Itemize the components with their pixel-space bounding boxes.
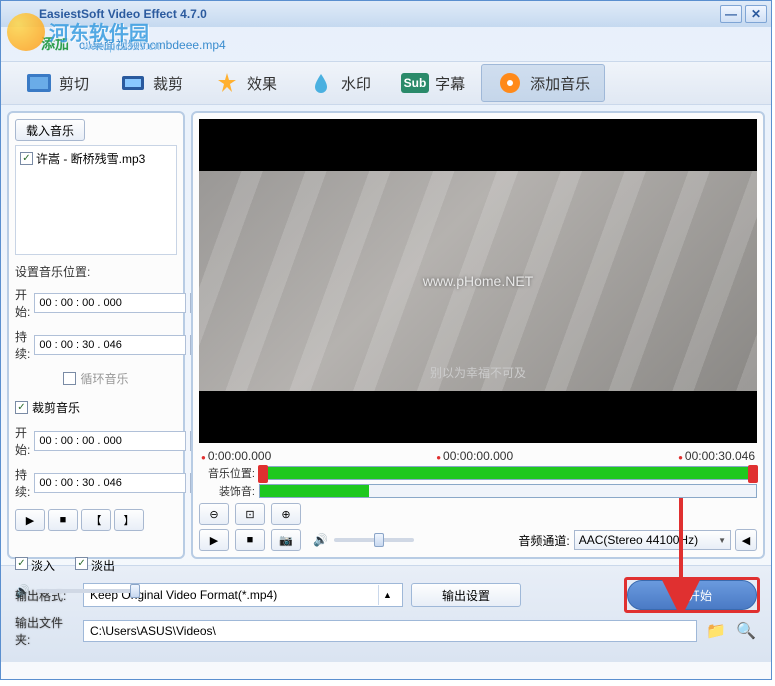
- tab-crop[interactable]: 裁剪: [105, 64, 197, 102]
- loop-label: 循环音乐: [80, 370, 128, 387]
- audio-prev-button[interactable]: ◀: [735, 529, 757, 551]
- drop-icon: [307, 71, 335, 95]
- chevron-up-icon: ▲: [378, 585, 396, 605]
- tab-effect[interactable]: 效果: [199, 64, 291, 102]
- duration-label: 持续:: [15, 328, 30, 362]
- loop-checkbox[interactable]: [63, 372, 76, 385]
- volume-slider[interactable]: [36, 589, 140, 593]
- set-position-label: 设置音乐位置:: [15, 263, 177, 280]
- time-end: 00:00:30.046: [678, 449, 755, 463]
- fadein-checkbox[interactable]: ✓: [15, 557, 28, 570]
- disc-icon: [496, 71, 524, 95]
- trim-duration-input[interactable]: [34, 473, 186, 493]
- speaker-icon: 🔊: [313, 533, 328, 547]
- file-path: c:\桌面视频\ncmbdeee.mp4: [79, 36, 226, 53]
- stop-button[interactable]: ■: [235, 529, 265, 551]
- decor-track[interactable]: [259, 484, 757, 498]
- preview-volume-slider[interactable]: [334, 538, 414, 542]
- window-title: EasiestSoft Video Effect 4.7.0: [39, 7, 720, 21]
- start-button[interactable]: ⟳ 开始: [627, 580, 757, 610]
- load-music-button[interactable]: 载入音乐: [15, 119, 85, 141]
- decor-label: 装饰音:: [199, 483, 255, 499]
- zoom-out-button[interactable]: ⊖: [199, 503, 229, 525]
- start-label: 开始:: [15, 424, 30, 458]
- fadeout-label: 淡出: [91, 557, 115, 574]
- mark-out-button[interactable]: 】: [114, 509, 144, 531]
- music-list[interactable]: ✓ 许嵩 - 断桥残雪.mp3: [15, 145, 177, 255]
- output-settings-button[interactable]: 输出设置: [411, 583, 521, 607]
- fadeout-checkbox[interactable]: ✓: [75, 557, 88, 570]
- time-start: 0:00:00.000: [201, 449, 271, 463]
- timeline: 0:00:00.000 00:00:00.000 00:00:30.046 音乐…: [199, 449, 757, 551]
- sub-icon: Sub: [401, 71, 429, 95]
- star-icon: [213, 71, 241, 95]
- output-folder-label: 输出文件夹:: [15, 614, 75, 648]
- audio-channel-label: 音频通道:: [518, 532, 569, 549]
- tab-cut[interactable]: 剪切: [11, 64, 103, 102]
- stop-button[interactable]: ■: [48, 509, 78, 531]
- pos-duration-input[interactable]: [34, 335, 186, 355]
- app-window: 河东软件园 www.pc0359.cn EasiestSoft Video Ef…: [0, 0, 772, 680]
- trim-checkbox[interactable]: ✓: [15, 401, 28, 414]
- play-button[interactable]: ▶: [199, 529, 229, 551]
- music-pos-label: 音乐位置:: [199, 465, 255, 481]
- checkbox-icon[interactable]: ✓: [20, 152, 33, 165]
- minimize-button[interactable]: —: [720, 5, 742, 23]
- titlebar: EasiestSoft Video Effect 4.7.0 — ✕: [1, 1, 771, 27]
- music-item-label: 许嵩 - 断桥残雪.mp3: [36, 150, 145, 167]
- trim-label: 裁剪音乐: [32, 399, 80, 416]
- video-preview[interactable]: www.pHome.NET 别以为幸福不可及: [199, 119, 757, 443]
- add-label: 添加: [41, 34, 69, 54]
- music-track[interactable]: [259, 466, 757, 480]
- tab-subtitle[interactable]: Sub 字幕: [387, 64, 479, 102]
- fadein-label: 淡入: [31, 557, 55, 574]
- subheader: 添加 c:\桌面视频\ncmbdeee.mp4: [1, 27, 771, 61]
- folder-icon[interactable]: 📁: [705, 620, 727, 642]
- tab-watermark[interactable]: 水印: [293, 64, 385, 102]
- app-logo-icon: [5, 1, 35, 27]
- footer: 输出格式: Keep Original Video Format(*.mp4) …: [1, 565, 771, 662]
- svg-text:Sub: Sub: [404, 76, 427, 90]
- audio-channel-combo[interactable]: AAC(Stereo 44100Hz) ▼: [574, 530, 731, 550]
- zoom-fit-button[interactable]: ⊡: [235, 503, 265, 525]
- preview-panel: www.pHome.NET 别以为幸福不可及 0:00:00.000 00:00…: [191, 111, 765, 559]
- video-watermark: www.pHome.NET: [423, 273, 533, 289]
- start-label: 开始:: [15, 286, 30, 320]
- output-folder-input[interactable]: [83, 620, 697, 642]
- list-item[interactable]: ✓ 许嵩 - 断桥残雪.mp3: [19, 149, 173, 168]
- chevron-down-icon: ▼: [718, 536, 726, 545]
- trim-start-input[interactable]: [34, 431, 186, 451]
- zoom-in-button[interactable]: ⊕: [271, 503, 301, 525]
- film-icon: [25, 71, 53, 95]
- crop-icon: [119, 71, 147, 95]
- refresh-icon: ⟳: [672, 588, 682, 602]
- play-button[interactable]: ▶: [15, 509, 45, 531]
- tab-add-music[interactable]: 添加音乐: [481, 64, 605, 102]
- close-button[interactable]: ✕: [745, 5, 767, 23]
- search-icon[interactable]: 🔍: [735, 620, 757, 642]
- music-panel: 载入音乐 ✓ 许嵩 - 断桥残雪.mp3 设置音乐位置: 开始: ▲▼ 持续: …: [7, 111, 185, 559]
- pos-start-input[interactable]: [34, 293, 186, 313]
- mark-in-button[interactable]: 【: [81, 509, 111, 531]
- duration-label: 持续:: [15, 466, 30, 500]
- video-subtitle: 别以为幸福不可及: [430, 364, 526, 381]
- snapshot-button[interactable]: 📷: [271, 529, 301, 551]
- tabs-bar: 剪切 裁剪 效果 水印 Sub 字幕 添加音乐: [1, 61, 771, 105]
- time-mid: 00:00:00.000: [436, 449, 513, 463]
